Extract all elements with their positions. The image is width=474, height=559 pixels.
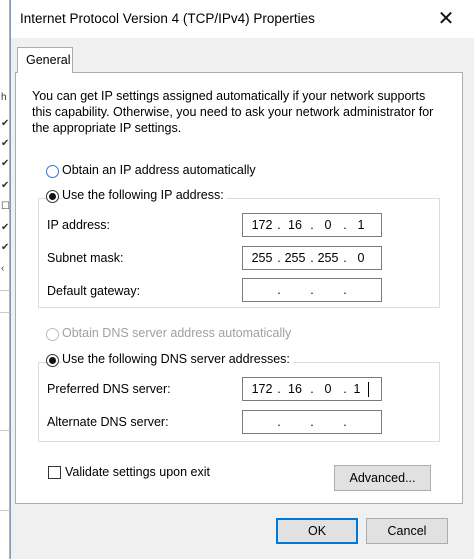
octet: 16 — [288, 382, 302, 396]
use-following-dns-label[interactable]: Use the following DNS server addresses: — [62, 352, 293, 366]
obtain-ip-auto-radio[interactable] — [46, 165, 59, 178]
octet-separator: . — [343, 415, 347, 429]
preferred-dns-input[interactable]: 172 . 16 . 0 . 1 — [242, 377, 382, 401]
alternate-dns-input[interactable]: . . . — [242, 410, 382, 434]
radio-selected-dot — [49, 357, 56, 364]
octet-separator: . — [310, 283, 314, 297]
background-glyph: h — [1, 92, 7, 103]
background-glyph: ✔ — [1, 242, 9, 253]
ip-address-input[interactable]: 172 . 16 . 0 . 1 — [242, 213, 382, 237]
validate-settings-label[interactable]: Validate settings upon exit — [65, 465, 210, 479]
close-icon[interactable]: ✕ — [435, 8, 457, 30]
default-gateway-input[interactable]: . . . — [242, 278, 382, 302]
background-glyph: ✔ — [1, 118, 9, 129]
title-bar: Internet Protocol Version 4 (TCP/IPv4) P… — [11, 0, 474, 38]
octet-separator: . — [277, 415, 281, 429]
use-following-ip-label[interactable]: Use the following IP address: — [62, 188, 227, 202]
subnet-mask-input[interactable]: 255 . 255 . 255 . 0 — [242, 246, 382, 270]
octet-separator: . — [277, 283, 281, 297]
ip-address-label: IP address: — [47, 218, 111, 232]
tab-general[interactable]: General — [17, 47, 73, 73]
octet: 255 — [251, 251, 273, 265]
subnet-mask-label: Subnet mask: — [47, 251, 124, 265]
alternate-dns-label: Alternate DNS server: — [47, 415, 169, 429]
octet: 172 — [251, 218, 273, 232]
text-caret — [368, 382, 369, 397]
octet: 1 — [353, 382, 361, 396]
use-following-dns-radio[interactable] — [46, 354, 59, 367]
background-divider — [0, 510, 10, 511]
preferred-dns-label: Preferred DNS server: — [47, 382, 171, 396]
background-glyph: ✔ — [1, 222, 9, 233]
obtain-dns-auto-label[interactable]: Obtain DNS server address automatically — [62, 326, 291, 340]
octet: 255 — [284, 251, 306, 265]
octet: 0 — [357, 251, 365, 265]
advanced-button[interactable]: Advanced... — [334, 465, 431, 491]
ipv4-properties-dialog: Internet Protocol Version 4 (TCP/IPv4) P… — [10, 0, 474, 559]
background-divider — [0, 430, 10, 431]
obtain-dns-auto-radio[interactable] — [46, 328, 59, 341]
background-glyph: ✔ — [1, 158, 9, 169]
octet: 255 — [317, 251, 339, 265]
octet: 16 — [288, 218, 302, 232]
obtain-ip-auto-label[interactable]: Obtain an IP address automatically — [62, 163, 256, 177]
octet-separator: . — [310, 415, 314, 429]
radio-selected-dot — [49, 193, 56, 200]
background-glyph: ☐ — [1, 201, 9, 212]
description-text: You can get IP settings assigned automat… — [32, 89, 434, 135]
ok-button[interactable]: OK — [276, 518, 358, 544]
octet-separator: . — [343, 283, 347, 297]
octet: 172 — [251, 382, 273, 396]
tab-general-label: General — [26, 53, 71, 67]
background-divider — [0, 312, 10, 313]
octet: 1 — [357, 218, 365, 232]
use-following-ip-radio[interactable] — [46, 190, 59, 203]
background-glyph: ✔ — [1, 180, 9, 191]
default-gateway-label: Default gateway: — [47, 284, 141, 298]
octet: 0 — [324, 382, 332, 396]
octet: 0 — [324, 218, 332, 232]
background-divider — [0, 290, 10, 291]
window-title: Internet Protocol Version 4 (TCP/IPv4) P… — [20, 11, 315, 26]
cancel-button[interactable]: Cancel — [366, 518, 448, 544]
background-glyph: ✔ — [1, 138, 9, 149]
validate-settings-checkbox[interactable] — [48, 466, 61, 479]
background-window: h ✔ ✔ ✔ ✔ ☐ ✔ ✔ ‹ — [0, 0, 10, 559]
background-glyph: ‹ — [1, 263, 5, 274]
